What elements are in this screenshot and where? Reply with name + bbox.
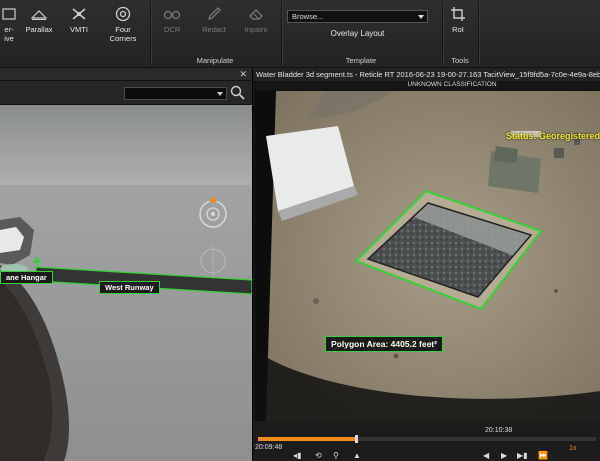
marker-icon[interactable]: ▲: [353, 451, 361, 461]
ribbon-button-label: Parallax: [25, 25, 53, 34]
inpaint-button[interactable]: Inpaint: [239, 6, 273, 34]
ribbon-button-overlay-live[interactable]: er- ive: [0, 6, 18, 43]
template-browse-dropdown[interactable]: Browse...: [287, 10, 428, 23]
previous-frame-icon[interactable]: ◀: [483, 451, 489, 461]
timeline-progress: [258, 437, 357, 441]
ribbon-button-label: Inpaint: [244, 25, 268, 34]
roi-button[interactable]: RoI: [447, 6, 469, 34]
map-search-dropdown[interactable]: [124, 87, 227, 100]
ribbon-button-label: Four Corners: [109, 25, 137, 43]
crop-icon: [449, 6, 467, 22]
parallax-icon: [30, 6, 48, 22]
ribbon-button-label: Redact: [202, 25, 226, 34]
video-timeline: 20:10:38 20:09:48 ◂▮ ⟲ ⚲ ▲ ◀ ▶ ▶▮ ⏩ 1x: [253, 421, 600, 461]
ribbon-button-label: VMTI: [70, 25, 88, 34]
ribbon-separator: [478, 2, 479, 66]
ribbon-button-label: OCR: [163, 25, 181, 34]
video-frame[interactable]: Status: Georegistered Polygon Area: 4405…: [256, 91, 600, 421]
map-panel: ✕ ane Hangar West Runway: [0, 68, 252, 461]
next-frame-icon[interactable]: ▶▮: [517, 451, 528, 461]
eraser-icon: [247, 6, 265, 22]
chevron-down-icon: [418, 15, 424, 19]
glasses-icon: [163, 6, 181, 22]
bookmark-icon[interactable]: ⚲: [333, 451, 339, 461]
step-back-icon[interactable]: ◂▮: [293, 451, 301, 461]
map-3d-view[interactable]: ane Hangar West Runway: [0, 105, 252, 461]
ribbon-toolbar: er- ive Parallax VMTI Four Corners OCR R…: [0, 0, 600, 68]
group-label-tools: Tools: [451, 56, 469, 65]
frame-icon: [0, 6, 18, 22]
polygon-area-label[interactable]: Polygon Area: 4405.2 feet²: [325, 336, 443, 352]
group-label-manipulate: Manipulate: [196, 56, 234, 65]
timeline-scrubber[interactable]: [355, 435, 359, 443]
timeline-end-time: 20:10:38: [485, 427, 513, 434]
satellite-icon: [70, 6, 88, 22]
playback-speed[interactable]: 1x: [569, 445, 576, 455]
fast-forward-icon[interactable]: ⏩: [538, 451, 548, 461]
chevron-down-icon: [217, 92, 223, 96]
timeline-track[interactable]: [258, 437, 596, 441]
group-label-template: Template: [345, 56, 377, 65]
vmti-button[interactable]: VMTI: [64, 6, 94, 34]
parallax-button[interactable]: Parallax: [22, 6, 56, 34]
repeat-icon[interactable]: ⟲: [315, 451, 322, 461]
four-corners-button[interactable]: Four Corners: [104, 6, 142, 43]
search-icon[interactable]: [230, 85, 245, 105]
map-panel-titlebar: ✕: [0, 68, 252, 81]
redact-button[interactable]: Redact: [197, 6, 231, 34]
pencil-icon: [205, 6, 223, 22]
video-panel: Water Bladder 3d segment.ts - Reticle RT…: [252, 68, 600, 461]
ribbon-button-label: RoI: [452, 25, 464, 34]
ribbon-button-label: er- ive: [4, 25, 14, 43]
target-icon: [114, 6, 132, 22]
close-icon[interactable]: ✕: [239, 69, 247, 80]
classification-banner: UNKNOWN CLASSIFICATION: [253, 81, 600, 90]
overlay-layout-button[interactable]: Overlay Layout: [287, 29, 428, 38]
georegistration-status: Status: Georegistered: [506, 131, 600, 141]
ocr-button[interactable]: OCR: [157, 6, 187, 34]
map-label-hangar[interactable]: ane Hangar: [0, 271, 53, 284]
video-title: Water Bladder 3d segment.ts - Reticle RT…: [253, 68, 600, 81]
play-icon[interactable]: ▶: [501, 451, 507, 461]
browse-value: Browse...: [292, 12, 324, 21]
timeline-current-time: 20:09:48: [255, 444, 283, 451]
map-label-west-runway[interactable]: West Runway: [99, 281, 160, 294]
map-toolbar: [0, 81, 252, 105]
